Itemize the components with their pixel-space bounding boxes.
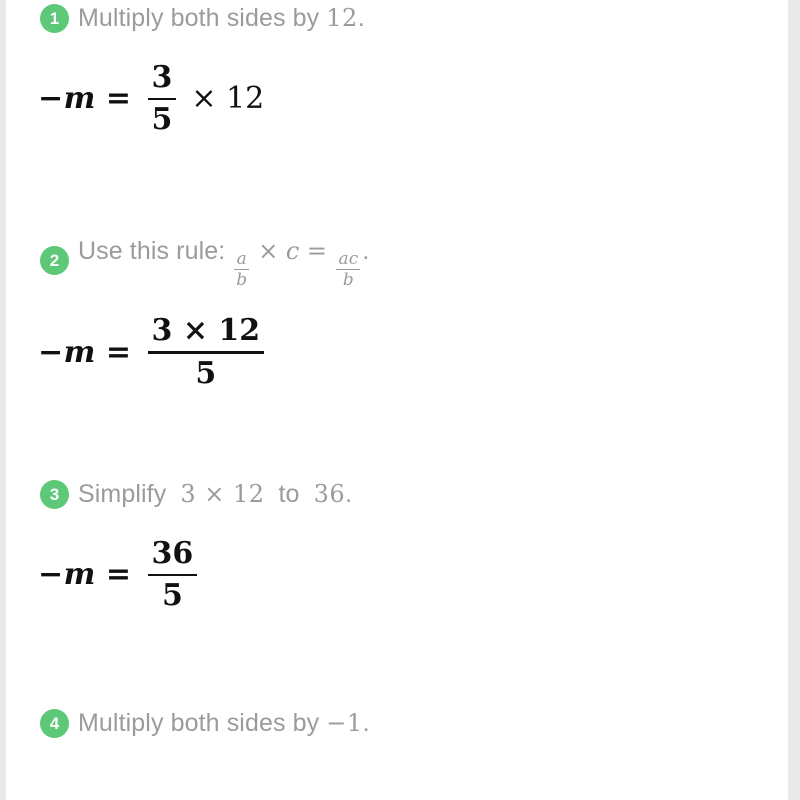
step-2-fraction: 3 × 12 5 <box>147 313 265 391</box>
step-1-fraction-bar <box>147 97 177 101</box>
step-2-fraction-bar <box>147 351 265 354</box>
step-2-equals-sign: = <box>105 334 132 370</box>
step-4-number-badge: 4 <box>40 708 69 738</box>
step-3-fraction-denominator: 5 <box>161 578 183 614</box>
step-2-label: Use this rule: a b × c = ac b . <box>78 236 370 290</box>
step-1-label-suffix: . <box>357 4 365 32</box>
step-2-equation: −m = 3 × 12 5 <box>6 314 788 390</box>
step-3-label: Simplify 3 × 12 to 36 . <box>78 480 352 509</box>
step-3-fraction: 36 5 <box>147 536 198 614</box>
step-3-label-math-expression: 3 × 12 <box>180 480 265 509</box>
step-3-label-middle: to <box>278 480 300 509</box>
step-2-rule-fraction-1: a b <box>234 248 250 291</box>
step-2-rule-frac2-denominator: b <box>342 270 354 291</box>
step-3-label-math-result: 36 <box>313 480 346 509</box>
step-3-equation: −m = 36 5 <box>6 537 788 613</box>
step-2-header: 2 Use this rule: a b × c = ac b . <box>6 236 788 290</box>
step-3-label-prefix: Simplify <box>78 480 167 509</box>
step-4-label-suffix: . <box>362 708 370 737</box>
step-1-label-math: 12 <box>326 4 358 32</box>
step-1-label: Multiply both sides by 12 . <box>78 4 365 33</box>
step-1-lhs-term: −m <box>38 81 96 117</box>
step-3-fraction-numerator: 36 <box>151 536 194 572</box>
step-2-fraction-denominator: 5 <box>195 355 217 391</box>
step-2-rule-frac1-denominator: b <box>236 270 248 291</box>
step-2-rule-factor: c <box>285 236 300 265</box>
step-3-number-badge: 3 <box>40 480 69 510</box>
step-2-label-prefix: Use this rule: <box>78 236 226 265</box>
step-2-rule-frac1-numerator: a <box>236 248 247 269</box>
solution-steps-list: 1 Multiply both sides by 12 . −m = 3 5 × … <box>6 0 788 738</box>
step-3-label-suffix: . <box>345 480 353 509</box>
step-1-fraction: 3 5 <box>147 60 177 138</box>
solution-card: 1 Multiply both sides by 12 . −m = 3 5 × … <box>6 0 788 800</box>
step-2-rule-fraction-2: ac b <box>336 248 361 291</box>
step-3-lhs-term: −m <box>38 557 96 593</box>
step-1-number-badge: 1 <box>40 4 69 33</box>
step-1-equation: −m = 3 5 × 12 <box>6 61 788 137</box>
step-1-equals-sign: = <box>105 81 132 117</box>
step-2-rule-operator: × <box>258 236 279 265</box>
step-2-equation-lhs: −m = <box>38 335 132 370</box>
step-4-header: 4 Multiply both sides by −1 . <box>6 708 788 738</box>
step-4-label: Multiply both sides by −1 . <box>78 709 370 738</box>
step-3-equation-lhs: −m = <box>38 557 132 592</box>
step-3-header: 3 Simplify 3 × 12 to 36 . <box>6 480 788 510</box>
step-2-rule-frac2-numerator: ac <box>338 248 359 269</box>
step-4-label-prefix: Multiply both sides by <box>78 708 320 737</box>
step-2-number-badge: 2 <box>40 246 69 276</box>
step-2-rule-equals: = <box>306 236 328 265</box>
step-2-lhs-term: −m <box>38 334 96 370</box>
step-1-fraction-denominator: 5 <box>151 102 173 138</box>
step-2-fraction-numerator: 3 × 12 <box>151 313 261 349</box>
step-1-header: 1 Multiply both sides by 12 . <box>6 0 788 33</box>
step-1-equation-tail: × 12 <box>191 81 265 117</box>
step-1-equation-lhs: −m = <box>38 81 132 116</box>
step-4-label-math: −1 <box>326 708 363 737</box>
step-1-label-prefix: Multiply both sides by <box>78 4 320 32</box>
step-1-fraction-numerator: 3 <box>151 60 173 95</box>
step-3-equals-sign: = <box>105 557 132 593</box>
step-3-fraction-bar <box>147 573 198 577</box>
step-2-label-suffix: . <box>362 236 370 265</box>
